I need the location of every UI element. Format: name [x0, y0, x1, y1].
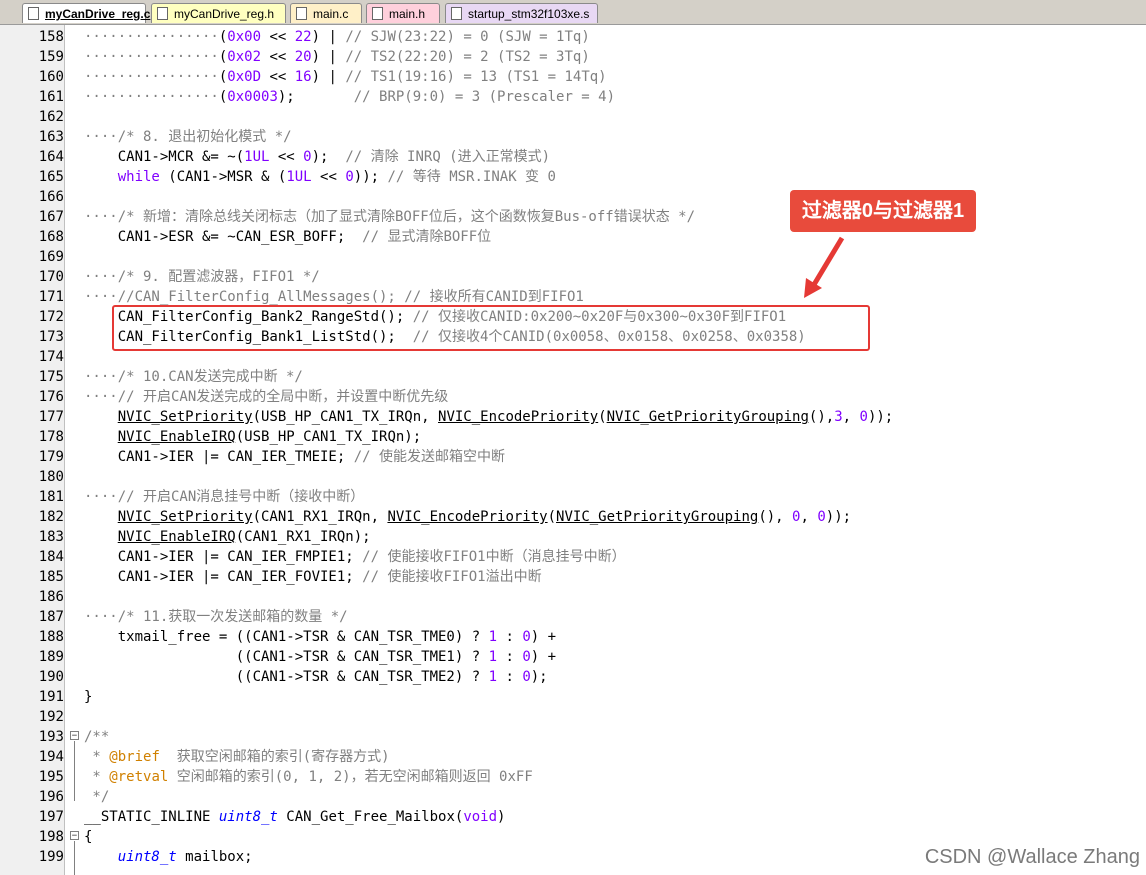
line-number: 190	[38, 669, 64, 685]
code-line[interactable]: */	[84, 787, 109, 807]
line-number: 189	[38, 649, 64, 665]
line-number: 178	[38, 429, 64, 445]
line-number: 174	[38, 349, 64, 365]
line-number: 159	[38, 49, 64, 65]
tab-mycandrive-reg-h[interactable]: myCanDrive_reg.h	[151, 3, 286, 23]
line-number: 163	[38, 129, 64, 145]
file-icon	[451, 7, 462, 20]
line-number: 195	[38, 769, 64, 785]
line-number: 199	[38, 849, 64, 865]
code-line[interactable]: ················(0x0D << 16) | // TS1(19…	[84, 67, 607, 87]
line-number: 166	[38, 189, 64, 205]
line-number: 186	[38, 589, 64, 605]
tab-label: myCanDrive_reg.c	[45, 7, 151, 21]
code-line[interactable]: ················(0x0003); // BRP(9:0) = …	[84, 87, 615, 107]
fold-guide	[74, 741, 75, 801]
tab-label: main.c	[313, 7, 349, 21]
line-number: 160	[38, 69, 64, 85]
code-line[interactable]: CAN1->ESR &= ~CAN_ESR_BOFF; // 显式清除BOFF位	[84, 227, 491, 247]
code-line[interactable]: CAN1->IER |= CAN_IER_FOVIE1; // 使能接收FIFO…	[84, 567, 542, 587]
line-number: 158	[38, 29, 64, 45]
line-number: 171	[38, 289, 64, 305]
line-number: 175	[38, 369, 64, 385]
line-number: 176	[38, 389, 64, 405]
line-number: 164	[38, 149, 64, 165]
tab-label: myCanDrive_reg.h	[174, 7, 275, 21]
line-number: 162	[38, 109, 64, 125]
line-number: 173	[38, 329, 64, 345]
line-number: 188	[38, 629, 64, 645]
line-number: 191	[38, 689, 64, 705]
code-line[interactable]: __STATIC_INLINE uint8_t CAN_Get_Free_Mai…	[84, 807, 505, 827]
file-icon	[157, 7, 168, 20]
code-line[interactable]: NVIC_SetPriority(CAN1_RX1_IRQn, NVIC_Enc…	[84, 507, 851, 527]
code-line[interactable]: NVIC_EnableIRQ(CAN1_RX1_IRQn);	[84, 527, 371, 547]
code-line[interactable]: CAN1->IER |= CAN_IER_TMEIE; // 使能发送邮箱空中断	[84, 447, 505, 467]
fold-toggle-icon[interactable]: −	[70, 731, 79, 741]
code-line[interactable]: * @brief 获取空闲邮箱的索引(寄存器方式)	[84, 747, 389, 767]
code-line[interactable]: ····/* 8. 退出初始化模式 */	[84, 127, 292, 147]
code-line[interactable]: ((CAN1->TSR & CAN_TSR_TME1) ? 1 : 0) +	[84, 647, 556, 667]
code-line[interactable]: ····//CAN_FilterConfig_AllMessages(); //…	[84, 287, 584, 307]
code-line[interactable]: }	[84, 687, 92, 707]
code-line[interactable]: NVIC_SetPriority(USB_HP_CAN1_TX_IRQn, NV…	[84, 407, 894, 427]
line-number: 179	[38, 449, 64, 465]
tab-mycandrive-reg-c[interactable]: myCanDrive_reg.c	[22, 3, 150, 23]
code-line[interactable]: ····/* 新增：清除总线关闭标志（加了显式清除BOFF位后，这个函数恢复Bu…	[84, 207, 695, 227]
code-line[interactable]: ····// 开启CAN消息挂号中断（接收中断）	[84, 487, 364, 507]
tab-startup-stm32f103xe-s[interactable]: startup_stm32f103xe.s	[445, 3, 598, 23]
code-line[interactable]: txmail_free = ((CAN1->TSR & CAN_TSR_TME0…	[84, 627, 556, 647]
file-icon	[28, 7, 39, 20]
code-line[interactable]: uint8_t mailbox;	[84, 847, 253, 867]
watermark: CSDN @Wallace Zhang	[924, 846, 1140, 868]
file-icon	[372, 7, 383, 20]
line-number: 187	[38, 609, 64, 625]
file-icon	[296, 7, 307, 20]
highlight-box	[112, 305, 870, 351]
line-number: 170	[38, 269, 64, 285]
code-line[interactable]: ················(0x00 << 22) | // SJW(23…	[84, 27, 590, 47]
line-number: 184	[38, 549, 64, 565]
code-line[interactable]: NVIC_EnableIRQ(USB_HP_CAN1_TX_IRQn);	[84, 427, 421, 447]
line-number: 196	[38, 789, 64, 805]
code-line[interactable]: * @retval 空闲邮箱的索引(0, 1, 2)，若无空闲邮箱则返回 0xF…	[84, 767, 532, 787]
line-number: 194	[38, 749, 64, 765]
code-line[interactable]: ····// 开启CAN发送完成的全局中断，并设置中断优先级	[84, 387, 448, 407]
tab-bar: myCanDrive_reg.c myCanDrive_reg.h main.c…	[0, 0, 1146, 25]
code-line[interactable]: ((CAN1->TSR & CAN_TSR_TME2) ? 1 : 0);	[84, 667, 548, 687]
line-number: 185	[38, 569, 64, 585]
code-line[interactable]: ····/* 9. 配置滤波器，FIFO1 */	[84, 267, 320, 287]
line-number: 193	[38, 729, 64, 745]
line-number: 181	[38, 489, 64, 505]
code-line[interactable]: {	[84, 827, 92, 847]
fold-toggle-icon[interactable]: −	[70, 831, 79, 841]
line-number: 180	[38, 469, 64, 485]
line-number: 182	[38, 509, 64, 525]
line-number: 177	[38, 409, 64, 425]
line-number: 169	[38, 249, 64, 265]
code-line[interactable]: ····/* 11.获取一次发送邮箱的数量 */	[84, 607, 348, 627]
code-line[interactable]: /**	[84, 727, 109, 747]
line-number: 172	[38, 309, 64, 325]
code-line[interactable]: ····/* 10.CAN发送完成中断 */	[84, 367, 303, 387]
code-line[interactable]: CAN1->IER |= CAN_IER_FMPIE1; // 使能接收FIFO…	[84, 547, 626, 567]
line-number: 168	[38, 229, 64, 245]
tab-label: startup_stm32f103xe.s	[468, 7, 590, 21]
tab-label: main.h	[389, 7, 426, 21]
fold-guide	[74, 841, 75, 875]
code-line[interactable]: while (CAN1->MSR & (1UL << 0)); // 等待 MS…	[84, 167, 556, 187]
code-line[interactable]: CAN1->MCR &= ~(1UL << 0); // 清除 INRQ (进入…	[84, 147, 550, 167]
tab-main-h[interactable]: main.h	[366, 3, 440, 23]
line-number: 161	[38, 89, 64, 105]
line-number: 198	[38, 829, 64, 845]
line-number: 183	[38, 529, 64, 545]
line-number: 165	[38, 169, 64, 185]
annotation-callout: 过滤器0与过滤器1	[790, 190, 976, 232]
line-number: 192	[38, 709, 64, 725]
tab-main-c[interactable]: main.c	[290, 3, 362, 23]
line-number: 167	[38, 209, 64, 225]
line-number: 197	[38, 809, 64, 825]
code-line[interactable]: ················(0x02 << 20) | // TS2(22…	[84, 47, 590, 67]
